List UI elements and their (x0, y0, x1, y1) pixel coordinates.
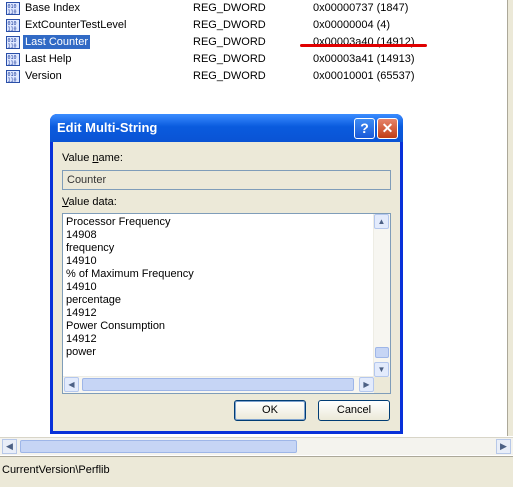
binary-value-icon: 010 110 (6, 53, 20, 67)
dialog-body: Value name: Counter Value data: Processo… (53, 142, 400, 431)
binary-value-icon: 010 110 (6, 19, 20, 33)
registry-row[interactable]: 010 110 ExtCounterTestLevel REG_DWORD 0x0… (0, 17, 513, 34)
svg-text:110: 110 (8, 44, 17, 50)
registry-row-name: ExtCounterTestLevel (25, 19, 127, 31)
value-name-label: Value name: (62, 152, 123, 164)
binary-value-icon: 010 110 (6, 70, 20, 84)
registry-row-type: REG_DWORD (193, 2, 266, 14)
value-data-lines: Processor Frequency 14908 frequency 1491… (66, 216, 194, 359)
registry-row[interactable]: 010 110 Last Help REG_DWORD 0x00003a41 (1… (0, 51, 513, 68)
binary-value-icon: 010 110 (6, 36, 20, 50)
value-data-line: 14908 (66, 229, 97, 241)
svg-text:110: 110 (8, 10, 17, 16)
close-button[interactable]: ✕ (377, 118, 398, 139)
registry-row-data: 0x00000737 (1847) (313, 2, 409, 14)
value-data-line: 14910 (66, 281, 97, 293)
status-bar-path: CurrentVersion\Perflib (2, 464, 110, 476)
registry-row-data: 0x00000004 (4) (313, 19, 391, 31)
registry-row-data: 0x00003a41 (14913) (313, 53, 415, 65)
registry-row-type: REG_DWORD (193, 36, 266, 48)
registry-row[interactable]: 010 110 Version REG_DWORD 0x00010001 (655… (0, 68, 513, 85)
scroll-right-arrow-icon[interactable]: ▶ (359, 377, 374, 392)
textarea-horizontal-scrollbar[interactable]: ◀ ▶ (63, 376, 374, 393)
dialog-title: Edit Multi-String (57, 120, 158, 135)
svg-text:110: 110 (8, 61, 17, 67)
status-bar: CurrentVersion\Perflib (0, 456, 513, 487)
value-data-line: 14910 (66, 255, 97, 267)
scroll-right-arrow-icon[interactable]: ▶ (496, 439, 511, 454)
scroll-up-arrow-icon[interactable]: ▲ (374, 214, 389, 229)
scroll-corner (374, 377, 390, 393)
registry-row[interactable]: 010 110 Base Index REG_DWORD 0x00000737 (… (0, 0, 513, 17)
binary-value-icon: 010 110 (6, 2, 20, 16)
vertical-scroll-thumb[interactable] (375, 347, 389, 358)
edit-multi-string-dialog: Edit Multi-String ? ✕ Value name: Counte… (50, 114, 403, 434)
registry-row-name: Base Index (25, 2, 81, 14)
horizontal-scroll-thumb[interactable] (20, 440, 297, 453)
value-data-line: 14912 (66, 333, 97, 345)
registry-row-name: Version (25, 70, 62, 82)
value-data-line: Processor Frequency (66, 216, 171, 228)
scroll-down-arrow-icon[interactable]: ▼ (374, 362, 389, 377)
registry-row-name: Last Counter (23, 35, 90, 49)
scroll-left-arrow-icon[interactable]: ◀ (2, 439, 17, 454)
vertical-scrollbar[interactable] (507, 0, 513, 436)
value-data-line: 14912 (66, 307, 97, 319)
value-name-field[interactable]: Counter (62, 170, 391, 190)
svg-text:110: 110 (8, 27, 17, 33)
registry-row-type: REG_DWORD (193, 53, 266, 65)
ok-button[interactable]: OK (234, 400, 306, 421)
value-data-line: percentage (66, 294, 122, 306)
registry-row-type: REG_DWORD (193, 19, 266, 31)
value-data-line: % of Maximum Frequency (66, 268, 194, 280)
registry-row-data: 0x00010001 (65537) (313, 70, 415, 82)
value-data-line: power (66, 346, 96, 358)
value-data-label: Value data: (62, 196, 117, 208)
value-data-textarea[interactable]: Processor Frequency 14908 frequency 1491… (62, 213, 391, 394)
list-horizontal-scrollbar[interactable]: ◀ ▶ (0, 437, 513, 455)
scroll-left-arrow-icon[interactable]: ◀ (64, 377, 79, 392)
cancel-button[interactable]: Cancel (318, 400, 390, 421)
textarea-vertical-scrollbar[interactable]: ▲ ▼ (373, 214, 390, 377)
dialog-titlebar[interactable]: Edit Multi-String ? ✕ (50, 114, 403, 142)
value-data-line: Power Consumption (66, 320, 166, 332)
horizontal-scroll-thumb[interactable] (82, 378, 354, 391)
registry-row-type: REG_DWORD (193, 70, 266, 82)
registry-row-selected[interactable]: 010 110 Last Counter REG_DWORD 0x00003a40… (0, 34, 513, 51)
registry-row-name: Last Help (25, 53, 72, 65)
svg-text:110: 110 (8, 78, 17, 84)
value-data-line: frequency (66, 242, 115, 254)
red-underline-annotation (300, 44, 427, 47)
help-button[interactable]: ? (354, 118, 375, 139)
